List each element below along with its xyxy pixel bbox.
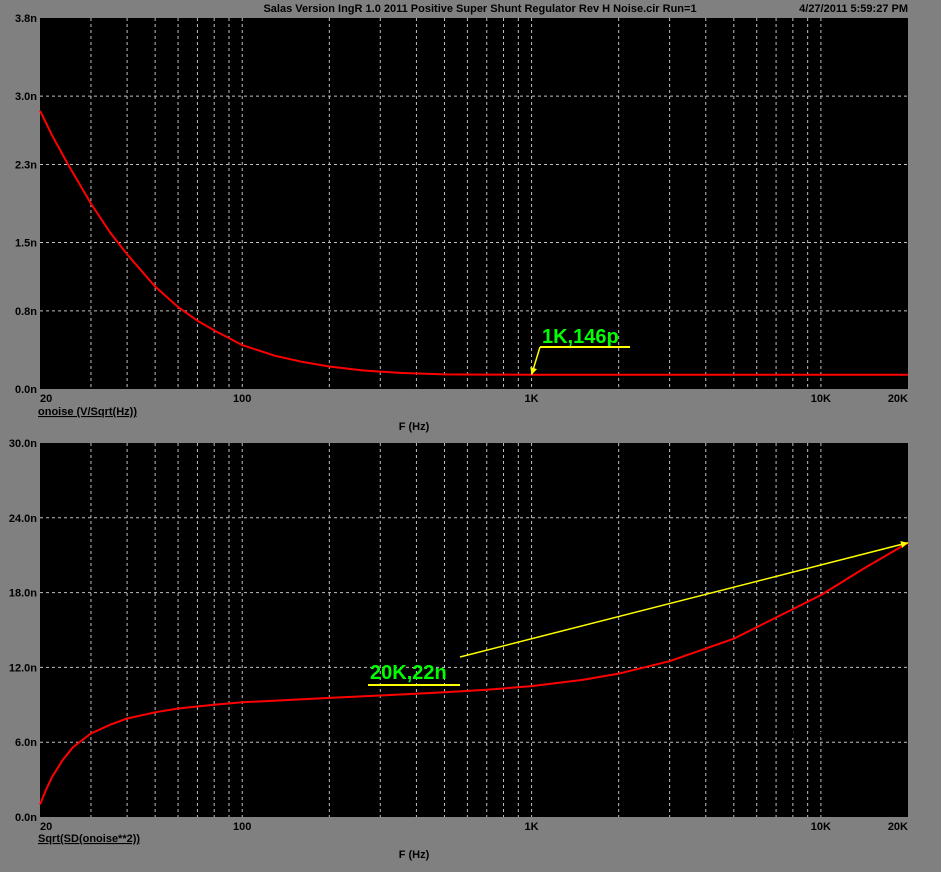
annotation-label: 1K,146p xyxy=(542,326,619,348)
annotation-label: 20K,22n xyxy=(370,662,447,684)
y-tick-label: 0.0n xyxy=(15,384,37,396)
legend-entry: Sqrt(SD(onoise**2)) xyxy=(38,833,140,845)
timestamp: 4/27/2011 5:59:27 PM xyxy=(799,3,908,15)
x-tick-label: 10K xyxy=(811,821,831,833)
y-tick-label: 18.0n xyxy=(9,588,37,600)
y-tick-label: 30.0n xyxy=(9,438,37,450)
y-tick-label: 24.0n xyxy=(9,513,37,525)
x-tick-label: 10K xyxy=(811,393,831,405)
chart-title: Salas Version IngR 1.0 2011 Positive Sup… xyxy=(263,3,696,15)
y-tick-label: 0.8n xyxy=(15,306,37,318)
plot-area xyxy=(40,18,908,389)
x-tick-label: 20K xyxy=(888,821,908,833)
x-tick-label: 100 xyxy=(233,393,251,405)
x-tick-label: 20K xyxy=(888,393,908,405)
y-tick-label: 6.0n xyxy=(15,737,37,749)
plot-area xyxy=(40,443,908,817)
x-axis-label: F (Hz) xyxy=(399,421,430,433)
x-axis-label: F (Hz) xyxy=(399,849,430,861)
y-tick-label: 2.3n xyxy=(15,159,37,171)
y-tick-label: 3.8n xyxy=(15,13,37,25)
x-tick-label: 20 xyxy=(40,821,52,833)
y-tick-label: 0.0n xyxy=(15,812,37,824)
x-tick-label: 20 xyxy=(40,393,52,405)
y-tick-label: 12.0n xyxy=(9,662,37,674)
legend-entry: onoise (V/Sqrt(Hz)) xyxy=(38,406,137,418)
x-tick-label: 1K xyxy=(525,821,539,833)
chart-canvas: Salas Version IngR 1.0 2011 Positive Sup… xyxy=(9,3,909,861)
watermark-text: Ingemar Retin 2011 xyxy=(786,348,886,360)
y-tick-label: 3.0n xyxy=(15,91,37,103)
y-tick-label: 1.5n xyxy=(15,238,37,250)
x-tick-label: 100 xyxy=(233,821,251,833)
watermark-text: Ingemar Retin 2011 xyxy=(791,729,891,741)
x-tick-label: 1K xyxy=(525,393,539,405)
